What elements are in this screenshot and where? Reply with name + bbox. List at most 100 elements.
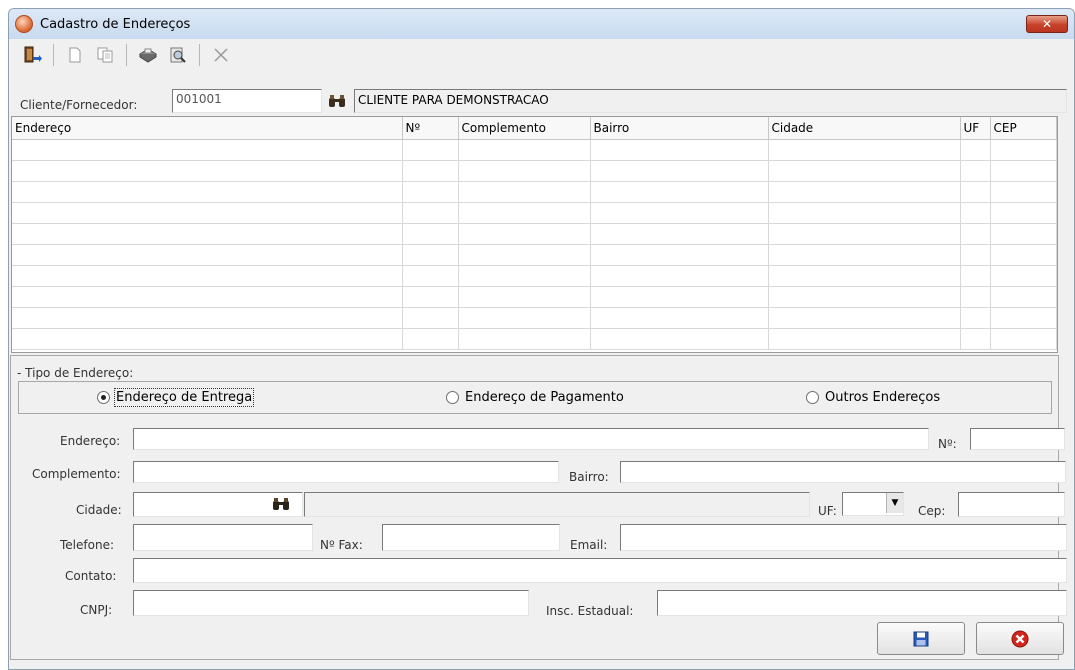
table-cell [960, 244, 991, 266]
cep-input[interactable] [958, 492, 1065, 517]
table-cell [768, 328, 961, 350]
bairro-input[interactable] [620, 461, 1066, 483]
uf-label: UF: [818, 504, 837, 518]
table-cell [768, 307, 961, 329]
table-row[interactable] [12, 202, 1057, 224]
table-cell [402, 265, 459, 287]
address-grid[interactable]: Endereço Nº Complemento Bairro Cidade UF… [11, 116, 1058, 353]
print-icon[interactable] [135, 42, 161, 68]
preview-icon[interactable] [165, 42, 191, 68]
table-cell [402, 139, 459, 161]
table-cell [12, 244, 403, 266]
column-header-uf[interactable]: UF [960, 117, 991, 140]
complemento-input[interactable] [133, 461, 559, 483]
table-cell [590, 223, 769, 245]
radio-endereco-entrega[interactable]: Endereço de Entrega [97, 388, 255, 407]
numero-input[interactable] [970, 428, 1065, 450]
table-cell [960, 139, 991, 161]
copy-icon[interactable] [92, 42, 118, 68]
table-row[interactable] [12, 181, 1057, 203]
table-row[interactable] [12, 160, 1057, 182]
tipo-label: - Tipo de Endereço: [17, 366, 134, 380]
table-cell [960, 160, 991, 182]
table-cell [402, 223, 459, 245]
column-header-cidade[interactable]: Cidade [768, 117, 961, 140]
table-cell [990, 244, 1057, 266]
table-cell [402, 202, 459, 224]
insc-estadual-label: Insc. Estadual: [546, 604, 634, 618]
table-cell [12, 307, 403, 329]
table-cell [458, 244, 591, 266]
table-cell [402, 307, 459, 329]
table-cell [402, 181, 459, 203]
radio-endereco-pagamento[interactable]: Endereço de Pagamento [446, 390, 624, 405]
table-cell [12, 202, 403, 224]
table-cell [402, 160, 459, 182]
table-cell [960, 223, 991, 245]
radio-selected-icon [97, 391, 110, 404]
contato-input[interactable] [133, 558, 1067, 583]
table-cell [960, 328, 991, 350]
toolbar-separator [199, 44, 200, 66]
email-input[interactable] [620, 524, 1067, 551]
table-row[interactable] [12, 244, 1057, 266]
cnpj-label: CNPJ: [80, 603, 113, 617]
close-button[interactable]: ✕ [1026, 15, 1068, 33]
save-icon [913, 631, 929, 646]
table-cell [402, 286, 459, 308]
table-cell [458, 139, 591, 161]
table-row[interactable] [12, 286, 1057, 308]
table-cell [990, 286, 1057, 308]
cancel-button[interactable] [976, 622, 1064, 655]
table-row[interactable] [12, 223, 1057, 245]
table-cell [12, 181, 403, 203]
table-cell [590, 265, 769, 287]
endereco-label: Endereço: [60, 434, 121, 448]
column-header-cep[interactable]: CEP [990, 117, 1057, 140]
save-button[interactable] [877, 622, 965, 655]
address-type-radio-group: Endereço de Entrega Endereço de Pagament… [18, 381, 1052, 414]
client-label: Cliente/Fornecedor: [20, 98, 138, 112]
insc-estadual-input[interactable] [657, 590, 1067, 616]
table-row[interactable] [12, 307, 1057, 329]
endereco-input[interactable] [133, 428, 929, 450]
table-row[interactable] [12, 139, 1057, 161]
binoculars-icon[interactable] [323, 90, 351, 112]
cidade-label: Cidade: [76, 503, 122, 517]
radio-outros-enderecos[interactable]: Outros Endereços [806, 390, 940, 405]
table-cell [990, 202, 1057, 224]
table-row[interactable] [12, 265, 1057, 287]
cep-label: Cep: [918, 504, 946, 518]
exit-icon[interactable] [19, 42, 45, 68]
column-header-bairro[interactable]: Bairro [590, 117, 769, 140]
fax-label: Nº Fax: [320, 538, 363, 552]
cidade-search-icon[interactable] [272, 497, 292, 511]
table-cell [458, 181, 591, 203]
delete-icon[interactable] [208, 42, 234, 68]
column-header-numero[interactable]: Nº [402, 117, 459, 140]
table-row[interactable] [12, 328, 1057, 350]
column-header-endereco[interactable]: Endereço [12, 117, 403, 140]
chevron-down-icon[interactable]: ▼ [886, 493, 903, 513]
cnpj-input[interactable] [133, 590, 529, 616]
table-cell [12, 160, 403, 182]
fax-input[interactable] [382, 524, 560, 551]
table-cell [960, 286, 991, 308]
table-cell [990, 328, 1057, 350]
uf-select[interactable]: ▼ [842, 492, 904, 516]
table-cell [990, 139, 1057, 161]
column-header-complemento[interactable]: Complemento [458, 117, 591, 140]
window-title: Cadastro de Endereços [40, 16, 191, 32]
table-cell [458, 265, 591, 287]
table-cell [458, 286, 591, 308]
telefone-input[interactable] [133, 524, 313, 551]
table-cell [768, 202, 961, 224]
table-cell [402, 328, 459, 350]
client-code-input[interactable]: 001001 [172, 89, 322, 113]
new-document-icon[interactable] [62, 42, 88, 68]
table-cell [12, 286, 403, 308]
table-cell [768, 181, 961, 203]
table-cell [458, 307, 591, 329]
table-cell [590, 286, 769, 308]
email-label: Email: [570, 538, 608, 552]
